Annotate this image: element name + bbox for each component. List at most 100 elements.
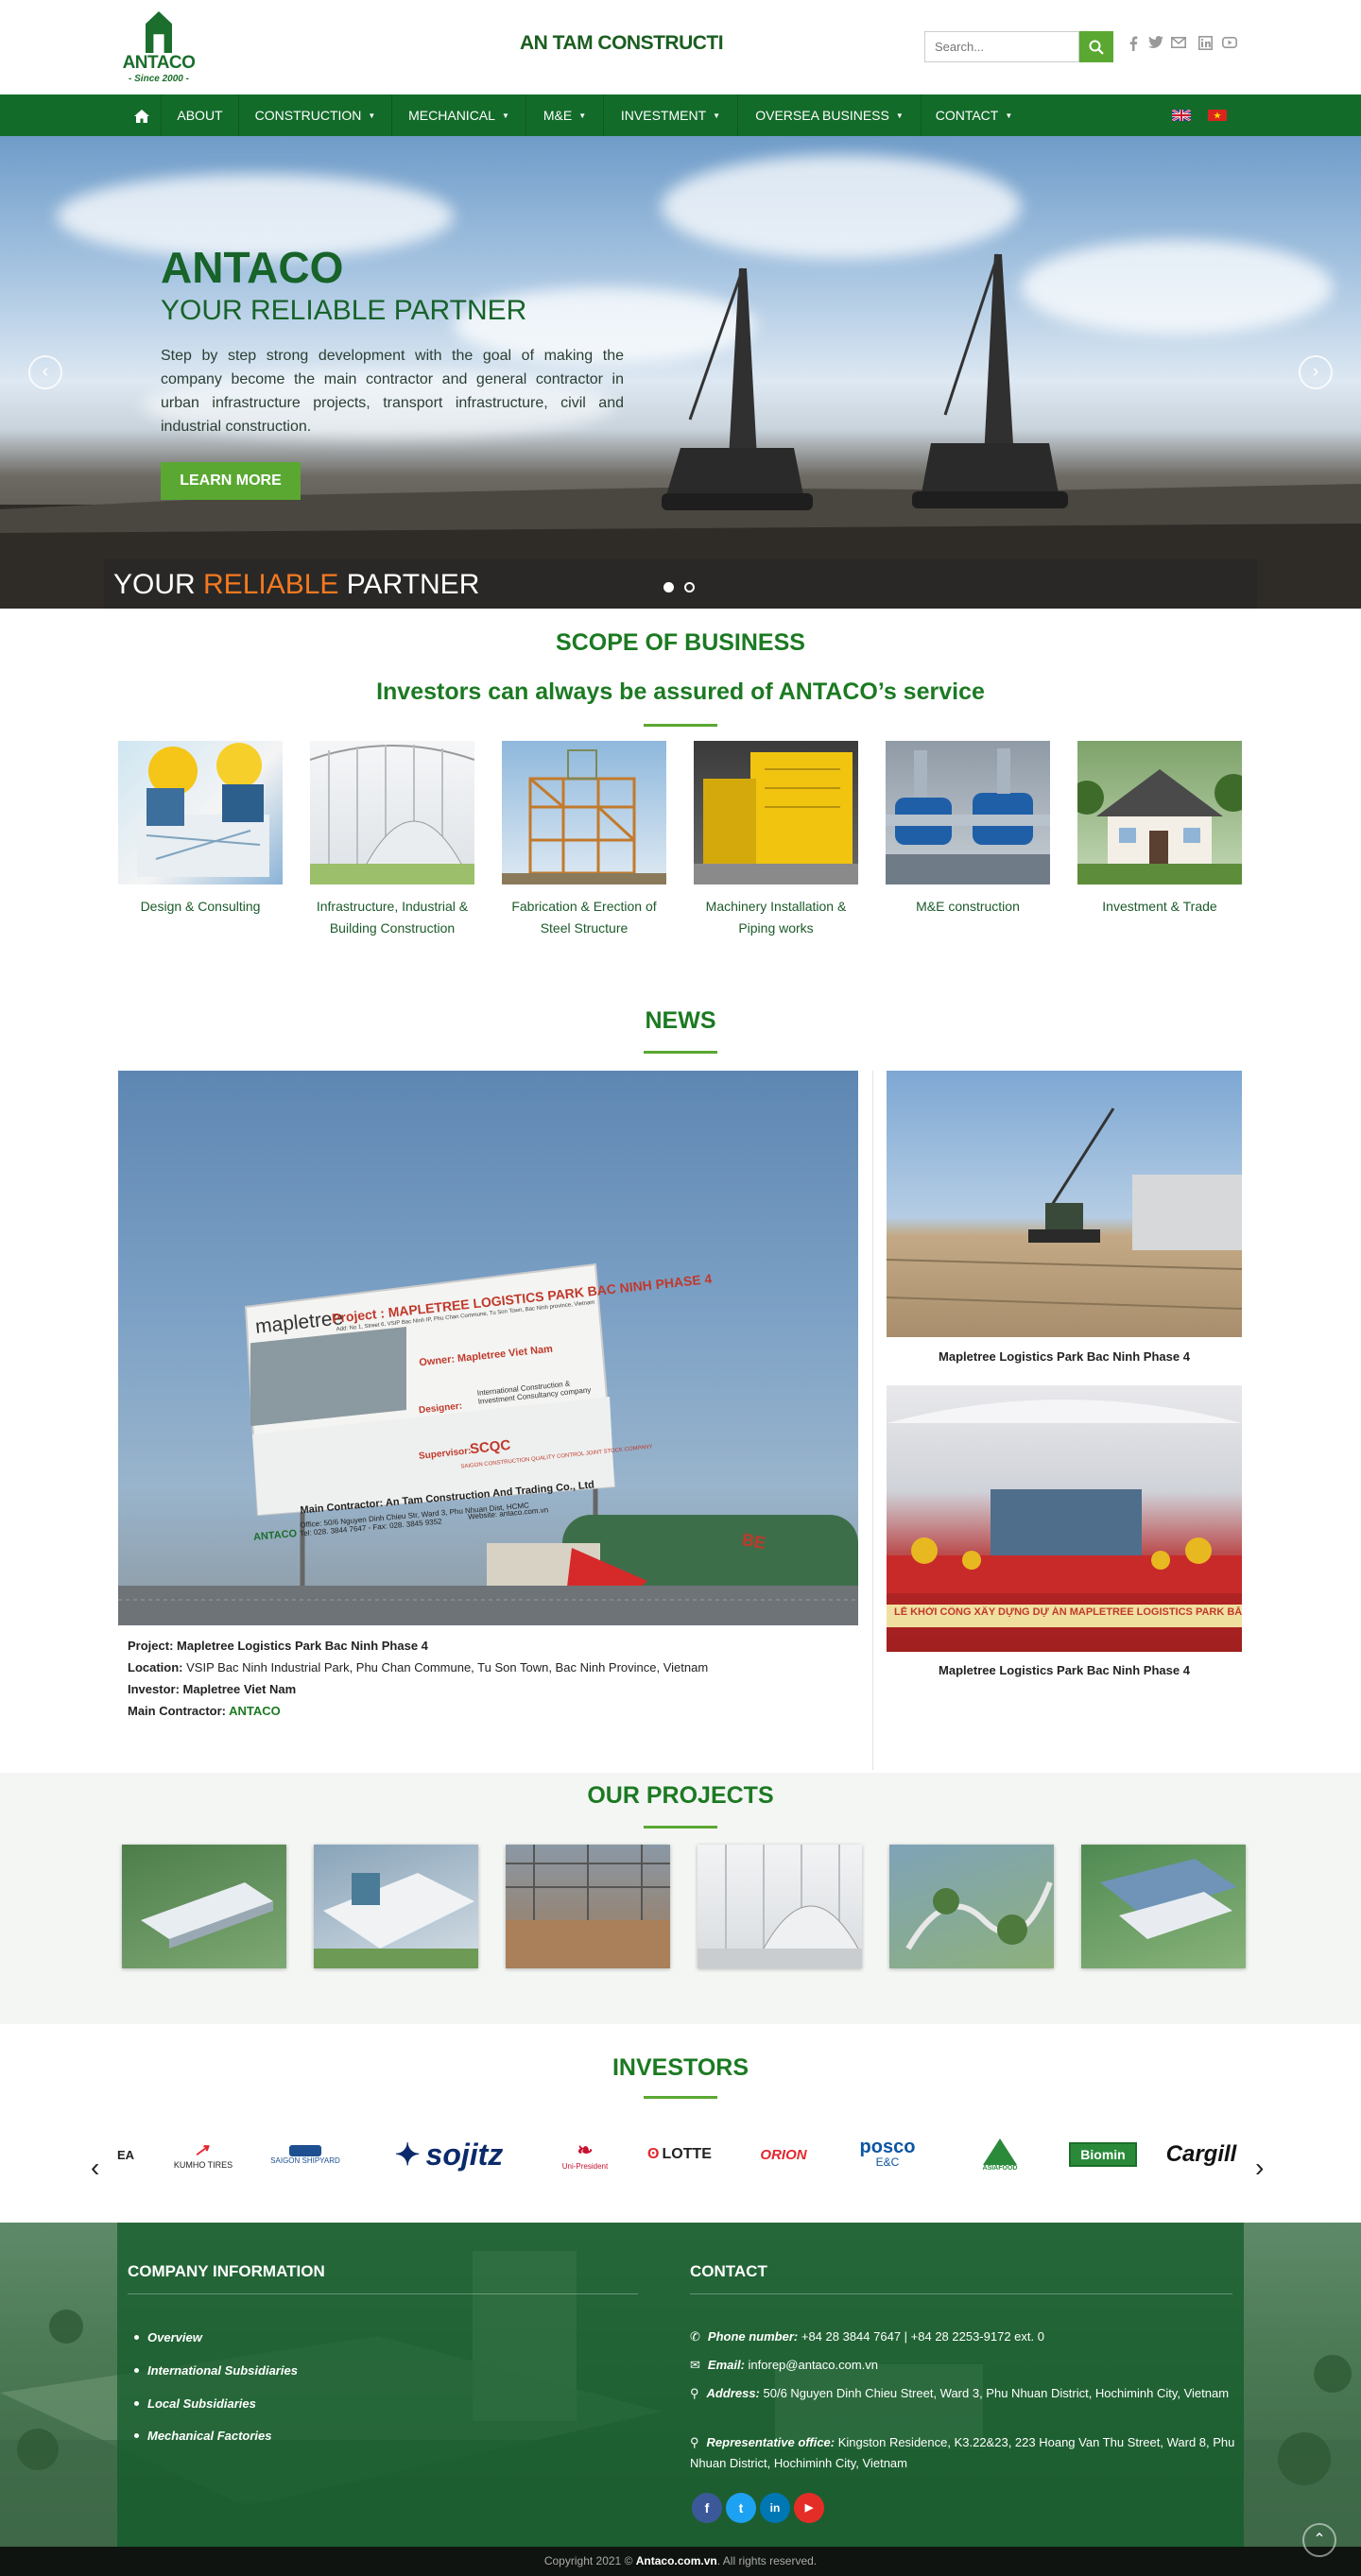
search-button[interactable] [1079, 31, 1113, 62]
scope-caption[interactable]: M&E construction [886, 896, 1050, 918]
news-side-caption[interactable]: Mapletree Logistics Park Bac Ninh Phase … [887, 1349, 1242, 1364]
ceremony-banner: LỄ KHỞI CÔNG XÂY DỰNG DỰ ÁN MAPLETREE LO… [894, 1606, 1242, 1618]
caret-down-icon: ▼ [578, 112, 587, 121]
footer-link-international-subsidiaries[interactable]: International Subsidiaries [134, 2363, 298, 2378]
news-title: NEWS [645, 1007, 716, 1034]
learn-more-button[interactable]: LEARN MORE [161, 462, 301, 500]
footer-twitter-icon[interactable]: t [726, 2493, 756, 2523]
divider [644, 724, 717, 727]
news-side-caption[interactable]: Mapletree Logistics Park Bac Ninh Phase … [887, 1663, 1242, 1677]
nav-construction[interactable]: CONSTRUCTION ▼ [238, 94, 391, 136]
slide-dot-active[interactable] [663, 582, 674, 592]
youtube-icon[interactable] [1221, 36, 1238, 53]
investor-logo-kumho[interactable]: ↗ KUMHO TIRES [161, 2131, 246, 2178]
chevron-right-icon: › [1312, 361, 1319, 382]
scope-caption[interactable]: Fabrication & Erection of Steel Structur… [502, 896, 666, 939]
hero-description: Step by step strong development with the… [161, 348, 624, 435]
nav-oversea-business[interactable]: OVERSEA BUSINESS ▼ [737, 94, 921, 136]
nav-investment[interactable]: INVESTMENT ▼ [603, 94, 737, 136]
hero-subtitle: YOUR RELIABLE PARTNER [161, 295, 527, 326]
divider [644, 1826, 717, 1829]
company-name-marquee: AN TAM CONSTRUCTI [520, 32, 724, 54]
logo-since: - Since 2000 - [129, 74, 189, 84]
project-thumb[interactable] [889, 1845, 1054, 1968]
investor-logo-uni-president[interactable]: ❧ Uni-President [552, 2131, 618, 2178]
facebook-icon[interactable] [1125, 36, 1142, 53]
nav-me[interactable]: M&E ▼ [525, 94, 603, 136]
uk-flag-icon[interactable] [1172, 110, 1191, 121]
investor-logo-asiafood[interactable]: ASIAFOOD [955, 2131, 1045, 2178]
investors-prev-button[interactable]: ‹ [91, 2153, 99, 2183]
scope-caption[interactable]: Machinery Installation & Piping works [694, 896, 858, 939]
map-marker-icon: ⚲ [690, 2386, 699, 2400]
scope-caption[interactable]: Investment & Trade [1077, 896, 1242, 918]
divider [644, 2096, 717, 2099]
nav-contact[interactable]: CONTACT ▼ [921, 94, 1026, 136]
linkedin-icon[interactable] [1197, 36, 1214, 53]
footer-phone: ✆ Phone number: +84 28 3844 7647 | +84 28… [690, 2329, 1044, 2344]
news-investor: Investor: Mapletree Viet Nam [128, 1682, 297, 1696]
slider-prev-button[interactable]: ‹ [28, 355, 62, 389]
investor-logo-biomin[interactable]: Biomin [1062, 2131, 1144, 2178]
footer-address: ⚲ Address: 50/6 Nguyen Dinh Chieu Street,… [690, 2386, 1230, 2400]
hero-title: ANTACO [161, 243, 344, 292]
main-nav: ABOUT CONSTRUCTION ▼ MECHANICAL ▼ M&E ▼ INV… [0, 94, 1361, 136]
footer-link-mechanical-factories[interactable]: Mechanical Factories [134, 2429, 272, 2443]
footer-youtube-icon[interactable]: ▶ [794, 2493, 824, 2523]
projects-title: OUR PROJECTS [587, 1782, 774, 1809]
news-side-image-ceremony[interactable]: LỄ KHỞI CÔNG XÂY DỰNG DỰ ÁN MAPLETREE LO… [887, 1385, 1242, 1652]
twitter-icon[interactable] [1147, 36, 1164, 53]
search-input[interactable] [924, 31, 1079, 62]
caret-down-icon: ▼ [368, 112, 376, 121]
slide-dot[interactable] [684, 582, 695, 592]
project-thumb[interactable] [506, 1845, 670, 1968]
caret-down-icon: ▼ [501, 112, 509, 121]
investors-title: INVESTORS [612, 2054, 749, 2081]
news-main-image[interactable]: mapletree Project : MAPLETREE LOGISTICS … [118, 1071, 858, 1625]
footer-link-local-subsidiaries[interactable]: Local Subsidiaries [134, 2396, 256, 2411]
hero-slider: ANTACO YOUR RELIABLE PARTNER Step by ste… [0, 136, 1361, 609]
search-icon [1089, 40, 1104, 55]
back-to-top-button[interactable]: ⌃ [1302, 2523, 1336, 2557]
vietnam-flag-icon[interactable] [1208, 110, 1227, 121]
footer-company-title: COMPANY INFORMATION [128, 2262, 325, 2280]
site-header: ANTACO - Since 2000 - AN TAM CONSTRUCTI [0, 0, 1361, 94]
chevron-left-icon: ‹ [91, 2153, 100, 2182]
scope-image-investment[interactable] [1077, 741, 1242, 884]
investor-logo[interactable]: EA [112, 2131, 140, 2178]
news-side-image-crane[interactable] [887, 1071, 1242, 1337]
project-thumb[interactable] [1081, 1845, 1246, 1968]
scope-image-infrastructure[interactable] [310, 741, 474, 884]
scope-image-design[interactable] [118, 741, 283, 884]
news-location: Location: VSIP Bac Ninh Industrial Park,… [128, 1660, 709, 1674]
divider [128, 2293, 638, 2294]
investor-logo-sojitz[interactable]: ✦ sojitz [369, 2131, 529, 2178]
footer-link-overview[interactable]: Overview [134, 2330, 202, 2344]
investor-logo-orion[interactable]: ORION [743, 2131, 824, 2178]
scope-image-me[interactable] [886, 741, 1050, 884]
investor-logo-cargill[interactable]: Cargill [1161, 2131, 1242, 2178]
project-thumb[interactable] [698, 1845, 862, 1968]
project-thumb[interactable] [122, 1845, 286, 1968]
logo-name: ANTACO [122, 53, 196, 73]
project-thumb[interactable] [314, 1845, 478, 1968]
scope-caption[interactable]: Infrastructure, Industrial & Building Co… [310, 896, 474, 939]
nav-mechanical[interactable]: MECHANICAL ▼ [391, 94, 525, 136]
divider [644, 1051, 717, 1054]
scope-image-steel-structure[interactable] [502, 741, 666, 884]
scope-caption[interactable]: Design & Consulting [118, 896, 283, 918]
slider-next-button[interactable]: › [1299, 355, 1333, 389]
footer-facebook-icon[interactable]: f [692, 2493, 722, 2523]
nav-about[interactable]: ABOUT [161, 94, 238, 136]
logo-house-icon [146, 11, 172, 53]
scope-image-machinery[interactable] [694, 741, 858, 884]
investors-next-button[interactable]: › [1255, 2153, 1264, 2183]
investor-logo-lotte[interactable]: ʘ LOTTE [639, 2131, 720, 2178]
logo[interactable]: ANTACO - Since 2000 - [117, 11, 200, 85]
email-icon[interactable] [1170, 36, 1187, 53]
nav-home[interactable] [123, 94, 161, 136]
footer-linkedin-icon[interactable]: in [760, 2493, 790, 2523]
investor-logo-posco[interactable]: posco E&C [847, 2131, 928, 2178]
news-project: Project: Mapletree Logistics Park Bac Ni… [128, 1639, 428, 1653]
investor-logo-saigon-shipyard[interactable]: SAIGON SHIPYARD [263, 2131, 348, 2178]
